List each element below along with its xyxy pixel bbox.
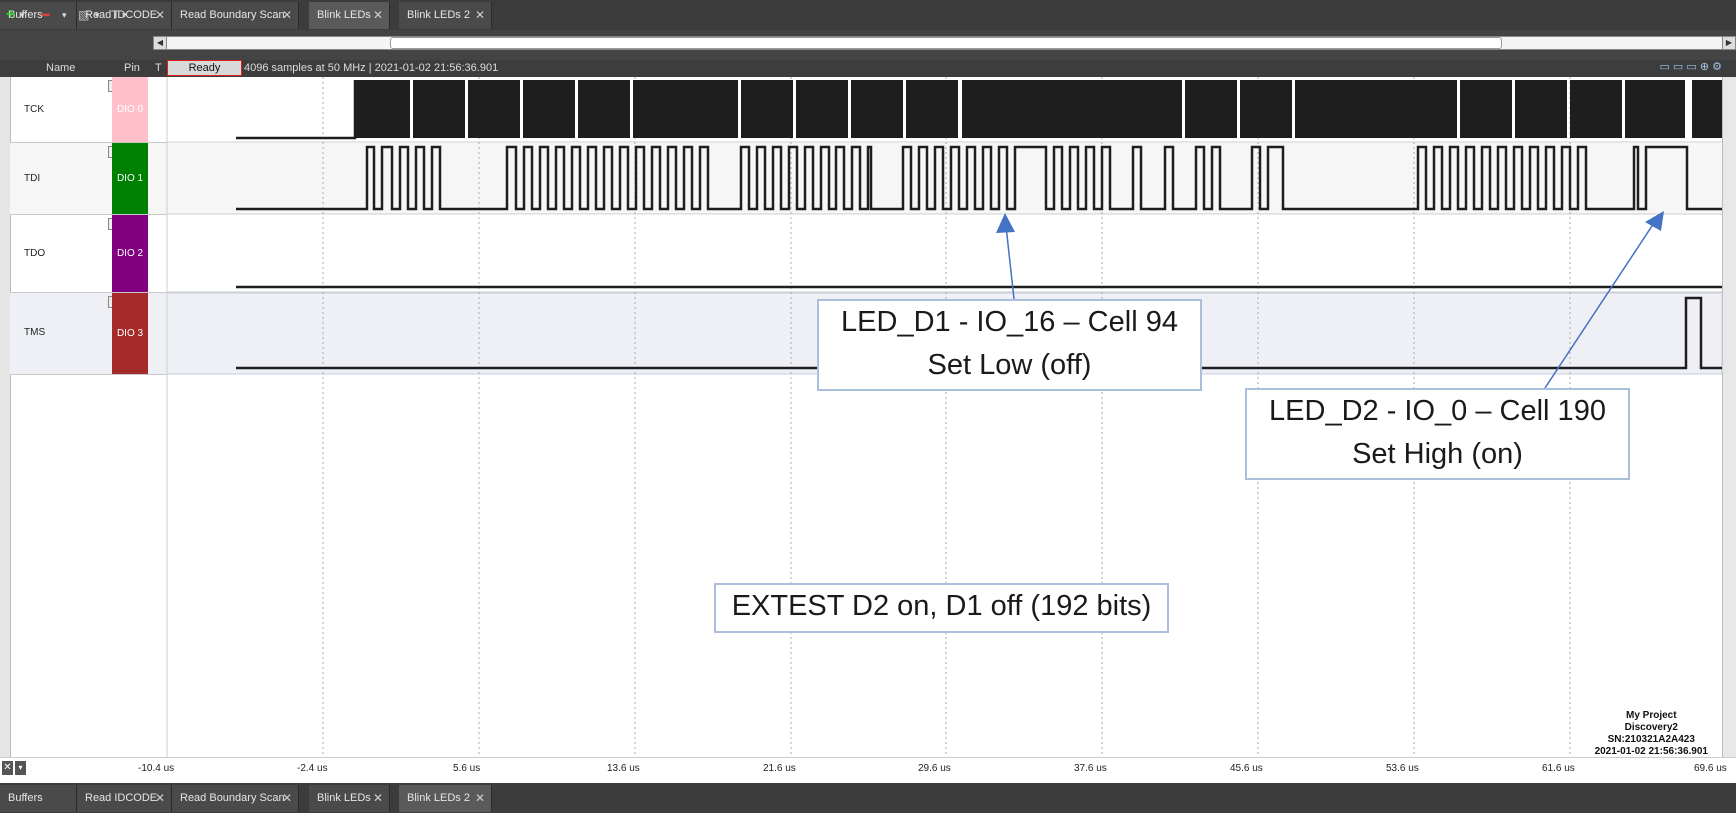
tck-burst (1570, 80, 1622, 138)
close-tab-icon[interactable]: ✕ (282, 785, 292, 812)
callout-line: Set High (on) (1352, 438, 1523, 470)
axis-tick-label: 45.6 us (1230, 763, 1263, 774)
callout-line: LED_D1 - IO_16 – Cell 94 (841, 306, 1178, 338)
axis-tick-label: 5.6 us (453, 763, 481, 774)
axis-tick-label: 21.6 us (763, 763, 796, 774)
callout-extest: EXTEST D2 on, D1 off (192 bits) (714, 583, 1169, 633)
time-axis (0, 757, 1736, 782)
callout-line: EXTEST D2 on, D1 off (192 bits) (731, 590, 1152, 622)
tck-burst (1185, 80, 1237, 138)
tck-burst (1240, 80, 1292, 138)
callout-led-d1: LED_D1 - IO_16 – Cell 94 Set Low (off) (817, 299, 1202, 391)
tab-blink-leds-2[interactable]: Blink LEDs 2 ✕ (399, 785, 492, 812)
arrowhead-icon (996, 213, 1015, 233)
serial-number: SN:210321A2A423 (1607, 734, 1695, 745)
tck-edge (236, 80, 357, 140)
chevron-down-icon[interactable]: ▾ (15, 761, 26, 775)
tck-burst (578, 80, 630, 138)
tck-burst (962, 80, 1182, 138)
tck-burst (741, 80, 793, 138)
axis-tick-label: 53.6 us (1386, 763, 1419, 774)
tck-burst (1625, 80, 1685, 138)
axis-tick-label: 29.6 us (918, 763, 951, 774)
close-tab-icon[interactable]: ✕ (155, 785, 165, 812)
axis-tick-label: -2.4 us (297, 763, 328, 774)
bottom-tab-bar: Buffers Read IDCODE ✕ Read Boundary Scan ✕… (0, 783, 1736, 813)
close-icon[interactable]: ✕ (2, 761, 13, 775)
tck-burst (906, 80, 958, 138)
tck-burst (796, 80, 848, 138)
tck-burst (851, 80, 903, 138)
device-name: Discovery2 (1624, 722, 1678, 733)
tab-buffers[interactable]: Buffers (0, 785, 77, 812)
tck-burst (1692, 80, 1722, 138)
axis-tick-label: 69.6 us (1694, 763, 1727, 774)
tck-burst (523, 80, 575, 138)
axis-tick-label: 37.6 us (1074, 763, 1107, 774)
tck-burst (1295, 80, 1457, 138)
close-tab-icon[interactable]: ✕ (373, 785, 383, 812)
tck-burst (1515, 80, 1567, 138)
tck-burst (1460, 80, 1512, 138)
device-info: My Project Discovery2 SN:210321A2A423 20… (1595, 710, 1708, 758)
tck-burst (468, 80, 520, 138)
tck-burst (355, 80, 410, 138)
close-tab-icon[interactable]: ✕ (475, 785, 485, 812)
tab-blink-leds[interactable]: Blink LEDs ✕ (309, 785, 390, 812)
tck-burst (633, 80, 738, 138)
project-name: My Project (1625, 710, 1677, 721)
callout-line: Set Low (off) (927, 349, 1092, 381)
callout-line: LED_D2 - IO_0 – Cell 190 (1269, 395, 1606, 427)
tck-burst (413, 80, 465, 138)
tab-read-idcode[interactable]: Read IDCODE ✕ (77, 785, 172, 812)
axis-tick-label: 61.6 us (1542, 763, 1575, 774)
axis-tick-label: -10.4 us (138, 763, 175, 774)
tab-read-boundary-scan[interactable]: Read Boundary Scan ✕ (172, 785, 299, 812)
axis-tick-label: 13.6 us (607, 763, 640, 774)
callout-led-d2: LED_D2 - IO_0 – Cell 190 Set High (on) (1245, 388, 1630, 480)
tck-trace (236, 80, 1722, 140)
